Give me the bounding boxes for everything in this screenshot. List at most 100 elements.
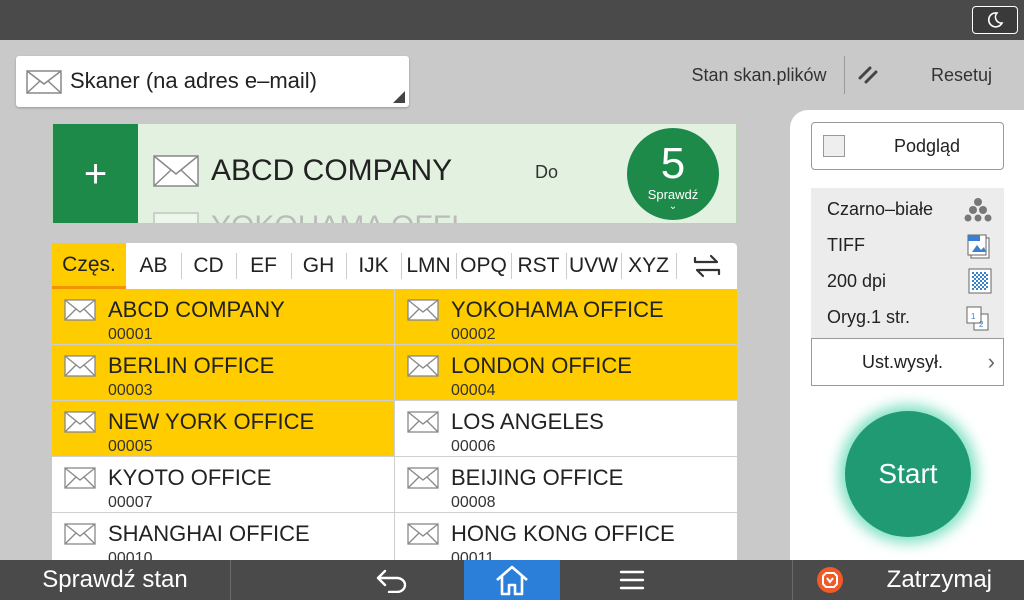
switch-view-button[interactable]: [676, 243, 737, 289]
destination-type-label: Do: [535, 162, 559, 182]
address-name: NEW YORK OFFICE: [108, 409, 315, 434]
app-selector-label: Skaner (na adres e–mail): [70, 68, 318, 93]
destination-count-button[interactable]: 5 Sprawdź ⌄: [627, 128, 719, 220]
tab-xyz[interactable]: XYZ: [621, 243, 676, 289]
address-name: LOS ANGELES: [451, 409, 604, 434]
address-entry[interactable]: NEW YORK OFFICE 00005: [52, 401, 394, 457]
setting-label: 200 dpi: [827, 271, 887, 291]
send-settings-label: Ust.wysył.: [862, 352, 943, 372]
destination-count: 5: [660, 139, 686, 188]
tab-ijk[interactable]: IJK: [346, 243, 401, 289]
address-id: 00001: [108, 326, 153, 343]
tab-lmn[interactable]: LMN: [401, 243, 456, 289]
address-name: ABCD COMPANY: [108, 297, 285, 322]
tab-uvw[interactable]: UVW: [566, 243, 621, 289]
resolution-icon: [968, 268, 992, 294]
address-id: 00002: [451, 326, 496, 343]
tab-ab[interactable]: AB: [126, 243, 181, 289]
home-icon: [496, 565, 528, 596]
check-label: Sprawdź: [647, 187, 699, 202]
tab-ef[interactable]: EF: [236, 243, 291, 289]
envelope-icon: [153, 155, 199, 187]
next-destination-preview: YOKOHAMA OFFI: [211, 210, 459, 223]
energy-saver-button[interactable]: [972, 6, 1018, 34]
reset-button[interactable]: Resetuj: [858, 58, 1008, 92]
address-entry[interactable]: KYOTO OFFICE 00007: [52, 457, 394, 513]
tab-gh[interactable]: GH: [291, 243, 346, 289]
divider: [394, 289, 395, 560]
preview-toggle[interactable]: Podgląd: [811, 122, 1004, 170]
envelope-icon: [407, 523, 439, 545]
address-id: 00011: [451, 550, 495, 560]
address-entry[interactable]: ABCD COMPANY 00001: [52, 289, 394, 345]
envelope-icon: [407, 467, 439, 489]
svg-text:2: 2: [979, 320, 984, 329]
address-entry[interactable]: LONDON OFFICE 00004: [395, 345, 737, 401]
menu-button[interactable]: [606, 560, 658, 600]
envelope-icon: [64, 355, 96, 377]
hamburger-menu-icon: [619, 570, 645, 590]
tab-rst[interactable]: RST: [511, 243, 566, 289]
stop-label: Zatrzymaj: [886, 566, 992, 593]
address-entry[interactable]: LOS ANGELES 00006: [395, 401, 737, 457]
back-arrow-icon: [376, 569, 407, 593]
moon-icon: [987, 12, 1004, 28]
setting-resolution: 200 dpi: [811, 263, 1004, 299]
scan-settings-summary[interactable]: Czarno–białe TIFF 200 dpi Oryg.1 str. 12: [811, 188, 1004, 338]
address-entry[interactable]: BERLIN OFFICE 00003: [52, 345, 394, 401]
address-entry[interactable]: BEIJING OFFICE 00008: [395, 457, 737, 513]
address-entry[interactable]: SHANGHAI OFFICE 00010: [52, 513, 394, 560]
envelope-icon: [407, 411, 439, 433]
stop-icon: [817, 567, 843, 593]
top-bar: [0, 0, 1024, 40]
address-id: 00008: [451, 494, 496, 511]
address-name: LONDON OFFICE: [451, 353, 632, 378]
current-destination[interactable]: ABCD COMPANY: [211, 154, 452, 188]
destination-field: + ABCD COMPANY YOKOHAMA OFFI Do 5 Sprawd…: [52, 123, 737, 224]
envelope-icon: [64, 467, 96, 489]
setting-original-pages: Oryg.1 str. 12: [811, 299, 1004, 335]
tab-cd[interactable]: CD: [181, 243, 236, 289]
send-settings-button[interactable]: Ust.wysył. ›: [811, 338, 1004, 386]
envelope-icon: [64, 411, 96, 433]
address-name: KYOTO OFFICE: [108, 465, 272, 490]
reset-label: Resetuj: [930, 64, 992, 85]
stop-button[interactable]: Zatrzymaj: [796, 560, 1024, 600]
home-button[interactable]: [464, 560, 560, 600]
back-button[interactable]: [366, 560, 418, 600]
chevron-down-icon: ⌄: [668, 201, 678, 212]
setting-file-type: TIFF: [811, 227, 1004, 263]
preview-label: Podgląd: [894, 136, 961, 156]
address-id: 00005: [108, 438, 153, 455]
envelope-icon: [407, 299, 439, 321]
tab-opq[interactable]: OPQ: [456, 243, 511, 289]
address-name: BEIJING OFFICE: [451, 465, 624, 490]
reset-slash-icon: [858, 66, 878, 84]
envelope-icon: [64, 299, 96, 321]
color-mode-icon: [964, 198, 992, 222]
setting-color-mode: Czarno–białe: [811, 191, 1004, 227]
dropdown-corner-icon: [393, 91, 405, 103]
address-id: 00003: [108, 382, 153, 399]
address-name: YOKOHAMA OFFICE: [451, 297, 664, 322]
check-status-button[interactable]: Sprawdź stan: [0, 560, 230, 600]
address-name: BERLIN OFFICE: [108, 353, 275, 378]
scan-status-button[interactable]: Stan skan.plików: [674, 58, 844, 92]
app-selector-dropdown[interactable]: Skaner (na adres e–mail): [16, 56, 409, 107]
address-id: 00010: [108, 550, 153, 560]
address-entry[interactable]: YOKOHAMA OFFICE 00002: [395, 289, 737, 345]
divider: [844, 56, 845, 94]
file-type-icon: [967, 234, 990, 259]
tab-frequent[interactable]: Częs.: [52, 243, 126, 289]
start-button[interactable]: Start: [845, 411, 971, 537]
address-book-grid: ABCD COMPANY 00001 YOKOHAMA OFFICE 00002…: [52, 289, 737, 560]
envelope-icon: [64, 523, 96, 545]
add-destination-button[interactable]: +: [53, 124, 138, 223]
address-name: SHANGHAI OFFICE: [108, 521, 310, 546]
address-entry[interactable]: HONG KONG OFFICE 00011: [395, 513, 737, 560]
preview-checkbox[interactable]: [823, 135, 845, 157]
address-id: 00006: [451, 438, 496, 455]
setting-label: TIFF: [827, 235, 865, 255]
setting-label: Oryg.1 str.: [827, 307, 911, 327]
envelope-icon: [153, 212, 199, 223]
